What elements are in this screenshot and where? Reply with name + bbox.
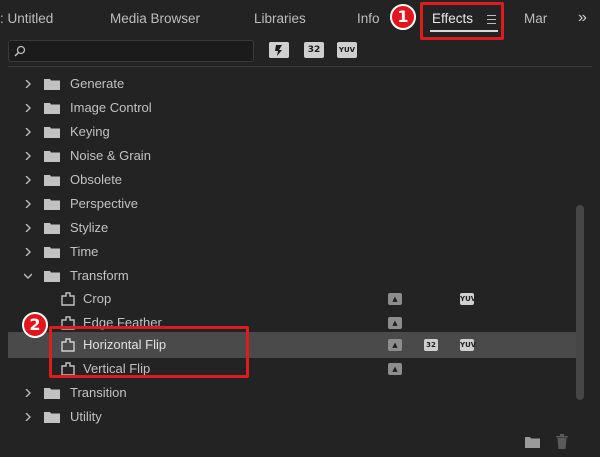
folder-label: Image Control	[70, 100, 152, 115]
accelerated-badge-icon: ▲	[388, 339, 402, 351]
folder-row-time[interactable]: Time	[8, 240, 578, 264]
chevron-down-icon[interactable]	[24, 272, 32, 280]
effect-label: Vertical Flip	[83, 361, 151, 376]
32-bit-badge: 32	[424, 339, 438, 351]
header-divider	[8, 66, 592, 67]
folder-icon	[44, 151, 60, 162]
accelerated-badge-icon: ▲	[388, 293, 402, 305]
yuv-badge: YUV	[460, 293, 477, 305]
folder-label: Stylize	[70, 220, 109, 235]
effect-icon	[61, 292, 75, 306]
folder-row-image-control[interactable]: Image Control	[8, 96, 578, 120]
folder-icon	[44, 127, 60, 138]
folder-label: Transition	[70, 385, 127, 400]
panel-menu-icon[interactable]	[487, 15, 496, 24]
chevron-right-icon[interactable]	[24, 152, 32, 160]
effect-row-horizontal-flip[interactable]: Horizontal Flip ▲ 32 YUV	[8, 332, 578, 358]
chevron-right-icon[interactable]	[24, 224, 32, 232]
accelerated-badge-icon: ▲	[388, 363, 402, 375]
effect-label: Horizontal Flip	[83, 337, 167, 352]
folder-icon	[44, 271, 60, 282]
step-1-marker: 1	[390, 4, 416, 30]
folder-icon	[44, 79, 60, 90]
effect-row-crop[interactable]: Crop ▲ YUV	[8, 287, 578, 311]
new-bin-icon[interactable]	[525, 436, 540, 448]
effect-icon	[61, 316, 75, 330]
folder-icon	[44, 247, 60, 258]
folder-label: Generate	[70, 76, 125, 91]
active-tab-underline	[430, 30, 498, 32]
folder-label: Noise & Grain	[70, 148, 151, 163]
scrollbar-thumb[interactable]	[576, 205, 584, 400]
panel-tab-bar: : Untitled Media Browser Libraries Info …	[0, 0, 600, 38]
chevron-right-icon[interactable]	[24, 413, 32, 421]
effect-icon	[61, 362, 75, 376]
folder-row-stylize[interactable]: Stylize	[8, 216, 578, 240]
folder-row-perspective[interactable]: Perspective	[8, 192, 578, 216]
tab-media-browser[interactable]: Media Browser	[110, 0, 200, 38]
folder-label: Time	[70, 244, 99, 259]
effects-tree: Generate Image Control Keying Noise & Gr…	[8, 70, 578, 430]
tab-effects[interactable]: Effects	[432, 0, 473, 38]
folder-icon	[44, 199, 60, 210]
folder-row-obsolete[interactable]: Obsolete	[8, 168, 578, 192]
folder-row-transition[interactable]: Transition	[8, 381, 578, 405]
accelerated-badge-icon: ▲	[388, 317, 402, 329]
folder-label: Utility	[70, 409, 102, 424]
effect-icon	[61, 338, 75, 352]
folder-label: Perspective	[70, 196, 138, 211]
32-bit-filter-button[interactable]: 32	[304, 42, 324, 58]
folder-label: Keying	[70, 124, 110, 139]
folder-label: Obsolete	[70, 172, 123, 187]
tab-info[interactable]: Info	[357, 0, 380, 38]
tab-markers[interactable]: Mar	[524, 0, 547, 38]
folder-icon	[44, 223, 60, 234]
chevron-right-icon[interactable]	[24, 80, 32, 88]
chevron-right-icon[interactable]	[24, 128, 32, 136]
chevron-right-icon[interactable]	[24, 200, 32, 208]
yuv-badge: YUV	[460, 339, 477, 351]
search-icon	[14, 45, 26, 57]
folder-icon	[44, 103, 60, 114]
folder-icon	[44, 412, 60, 423]
tab-overflow-icon[interactable]: »	[578, 10, 587, 26]
effect-row-vertical-flip[interactable]: Vertical Flip ▲	[8, 357, 578, 381]
folder-row-generate[interactable]: Generate	[8, 72, 578, 96]
folder-row-transform[interactable]: Transform	[8, 264, 578, 288]
trash-icon[interactable]	[556, 434, 568, 449]
tab-libraries[interactable]: Libraries	[254, 0, 306, 38]
accelerated-effects-filter-icon[interactable]	[269, 42, 289, 58]
chevron-right-icon[interactable]	[24, 248, 32, 256]
effect-label: Crop	[83, 291, 112, 306]
search-field[interactable]	[8, 40, 254, 62]
yuv-filter-button[interactable]: YUV	[337, 42, 357, 58]
step-2-marker: 2	[22, 312, 48, 338]
chevron-right-icon[interactable]	[24, 176, 32, 184]
search-input[interactable]	[31, 43, 249, 59]
folder-row-utility[interactable]: Utility	[8, 405, 578, 429]
folder-icon	[44, 175, 60, 186]
folder-label: Transform	[70, 268, 129, 283]
chevron-right-icon[interactable]	[24, 104, 32, 112]
folder-row-keying[interactable]: Keying	[8, 120, 578, 144]
tab-untitled[interactable]: : Untitled	[0, 0, 53, 38]
chevron-right-icon[interactable]	[24, 389, 32, 397]
folder-row-noise-grain[interactable]: Noise & Grain	[8, 144, 578, 168]
folder-icon	[44, 388, 60, 399]
